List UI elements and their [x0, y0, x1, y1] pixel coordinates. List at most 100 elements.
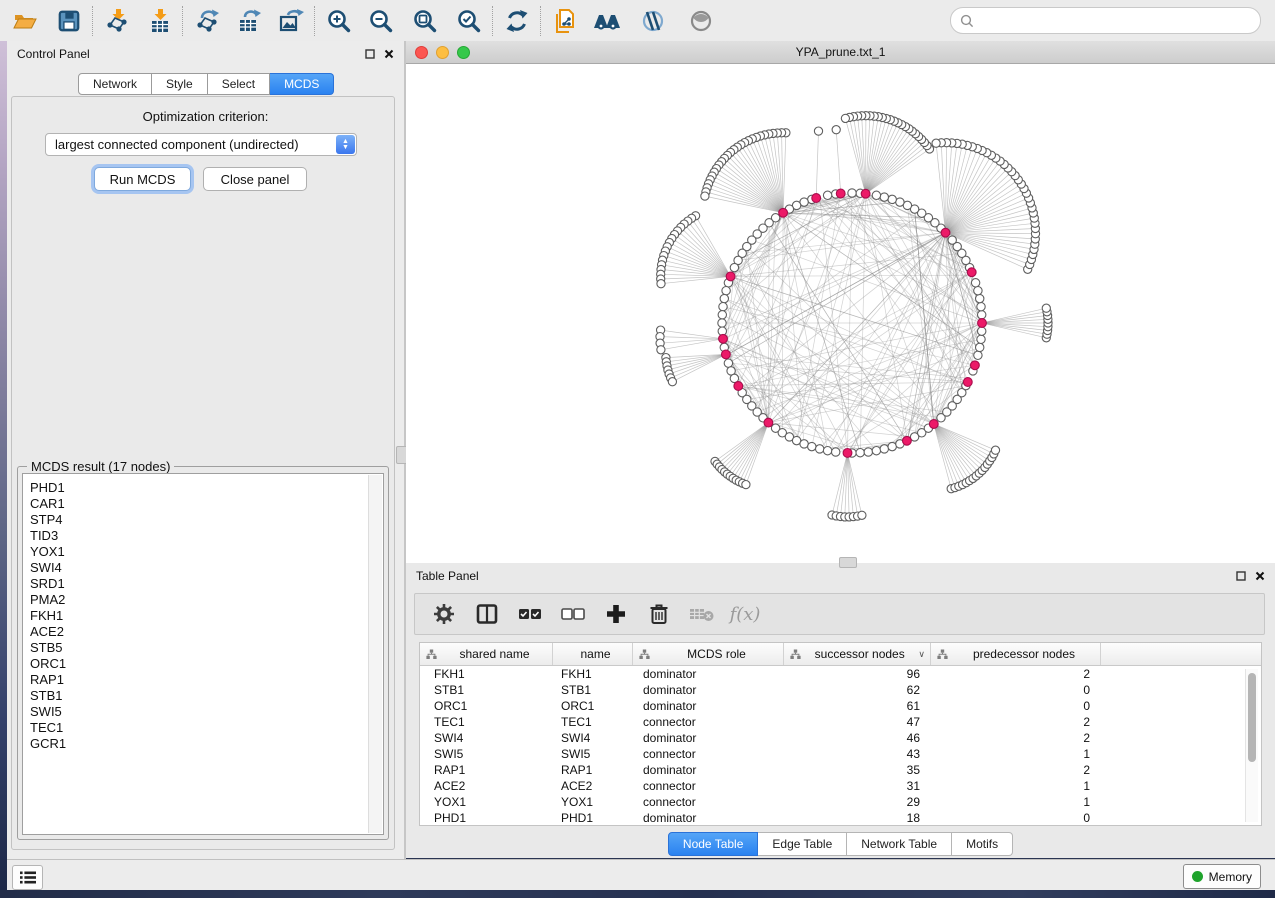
- show-columns-button[interactable]: [474, 601, 500, 627]
- graph-mcds-node[interactable]: [963, 378, 972, 387]
- mcds-result-item[interactable]: SRD1: [23, 576, 383, 592]
- graph-node[interactable]: [974, 287, 982, 295]
- graph-node[interactable]: [856, 449, 864, 457]
- graph-mcds-node[interactable]: [978, 319, 987, 328]
- export-table-button[interactable]: [232, 5, 266, 37]
- graph-node[interactable]: [896, 198, 904, 206]
- zoom-in-button[interactable]: [322, 5, 356, 37]
- column-header-successor-nodes[interactable]: successor nodes∨: [784, 643, 931, 665]
- horizontal-splitter-grip[interactable]: [839, 557, 857, 568]
- graph-node[interactable]: [872, 447, 880, 455]
- graph-leaf-node[interactable]: [832, 126, 840, 134]
- float-panel-icon[interactable]: [365, 49, 375, 59]
- column-header-predecessor-nodes[interactable]: predecessor nodes: [931, 643, 1101, 665]
- vizmapper-button[interactable]: [636, 5, 670, 37]
- close-panel-button[interactable]: Close panel: [203, 167, 307, 191]
- graph-leaf-node[interactable]: [814, 127, 822, 135]
- import-table-button[interactable]: [142, 5, 176, 37]
- search-network-button[interactable]: [590, 5, 624, 37]
- mcds-result-item[interactable]: ORC1: [23, 656, 383, 672]
- deselect-all-button[interactable]: [560, 601, 586, 627]
- mcds-result-item[interactable]: STB1: [23, 688, 383, 704]
- graph-leaf-node[interactable]: [742, 481, 750, 489]
- graph-node[interactable]: [880, 193, 888, 201]
- zoom-fit-button[interactable]: [408, 5, 442, 37]
- table-row[interactable]: STB1STB1dominator620: [420, 682, 1261, 698]
- add-column-button[interactable]: [603, 601, 629, 627]
- select-all-button[interactable]: [517, 601, 543, 627]
- graph-node[interactable]: [976, 294, 984, 302]
- graph-leaf-node[interactable]: [932, 139, 940, 147]
- graph-mcds-node[interactable]: [726, 272, 735, 281]
- graph-leaf-node[interactable]: [991, 446, 999, 454]
- graph-node[interactable]: [848, 189, 856, 197]
- graph-mcds-node[interactable]: [764, 418, 773, 427]
- table-row[interactable]: YOX1YOX1connector291: [420, 794, 1261, 810]
- graph-node[interactable]: [722, 287, 730, 295]
- graph-node[interactable]: [977, 303, 985, 311]
- graph-node[interactable]: [971, 279, 979, 287]
- column-header-MCDS-role[interactable]: MCDS role: [633, 643, 784, 665]
- mcds-result-item[interactable]: STP4: [23, 512, 383, 528]
- close-panel-icon[interactable]: [384, 49, 394, 59]
- table-settings-button[interactable]: [431, 601, 457, 627]
- run-mcds-button[interactable]: Run MCDS: [94, 167, 191, 191]
- table-row[interactable]: ACE2ACE2connector311: [420, 778, 1261, 794]
- graph-node[interactable]: [976, 343, 984, 351]
- mcds-result-item[interactable]: PMA2: [23, 592, 383, 608]
- table-row[interactable]: RAP1RAP1dominator352: [420, 762, 1261, 778]
- graph-mcds-node[interactable]: [903, 436, 912, 445]
- mcds-result-item[interactable]: SWI5: [23, 704, 383, 720]
- graph-node[interactable]: [730, 263, 738, 271]
- table-row[interactable]: TEC1TEC1connector472: [420, 714, 1261, 730]
- graph-node[interactable]: [718, 311, 726, 319]
- graph-leaf-node[interactable]: [668, 378, 676, 386]
- graph-node[interactable]: [978, 327, 986, 335]
- graph-mcds-node[interactable]: [941, 228, 950, 237]
- clone-network-button[interactable]: [548, 5, 582, 37]
- graph-node[interactable]: [808, 442, 816, 450]
- mcds-result-item[interactable]: TEC1: [23, 720, 383, 736]
- mcds-result-list[interactable]: PHD1CAR1STP4TID3YOX1SWI4SRD1PMA2FKH1ACE2…: [22, 473, 384, 835]
- show-hide-button[interactable]: [684, 5, 718, 37]
- mcds-result-item[interactable]: FKH1: [23, 608, 383, 624]
- mcds-result-item[interactable]: PHD1: [23, 480, 383, 496]
- mcds-result-item[interactable]: ACE2: [23, 624, 383, 640]
- tab-node-table[interactable]: Node Table: [668, 832, 759, 856]
- graph-node[interactable]: [880, 445, 888, 453]
- mcds-list-scrollbar[interactable]: [368, 475, 382, 833]
- table-row[interactable]: SWI4SWI4dominator462: [420, 730, 1261, 746]
- tab-style[interactable]: Style: [152, 73, 208, 95]
- table-scrollbar[interactable]: [1245, 669, 1258, 822]
- graph-node[interactable]: [823, 447, 831, 455]
- graph-node[interactable]: [719, 303, 727, 311]
- graph-node[interactable]: [977, 335, 985, 343]
- graph-mcds-node[interactable]: [779, 208, 788, 217]
- mcds-result-item[interactable]: SWI4: [23, 560, 383, 576]
- optimization-criterion-select[interactable]: largest connected component (undirected)…: [45, 133, 357, 156]
- tab-edge-table[interactable]: Edge Table: [758, 832, 847, 856]
- graph-mcds-node[interactable]: [719, 334, 728, 343]
- graph-mcds-node[interactable]: [722, 350, 731, 359]
- graph-mcds-node[interactable]: [734, 382, 743, 391]
- close-panel-icon[interactable]: [1255, 571, 1265, 581]
- graph-mcds-node[interactable]: [812, 194, 821, 203]
- graph-node[interactable]: [718, 319, 726, 327]
- mcds-result-item[interactable]: TID3: [23, 528, 383, 544]
- graph-mcds-node[interactable]: [967, 268, 976, 277]
- column-header-shared-name[interactable]: shared name: [420, 643, 553, 665]
- graph-node[interactable]: [974, 351, 982, 359]
- save-session-button[interactable]: [52, 5, 86, 37]
- memory-button[interactable]: Memory: [1183, 864, 1261, 889]
- mcds-result-item[interactable]: YOX1: [23, 544, 383, 560]
- network-canvas[interactable]: [406, 64, 1275, 563]
- refresh-button[interactable]: [500, 5, 534, 37]
- table-row[interactable]: FKH1FKH1dominator962: [420, 666, 1261, 682]
- network-window-titlebar[interactable]: YPA_prune.txt_1: [406, 41, 1275, 64]
- table-row[interactable]: SWI5SWI5connector431: [420, 746, 1261, 762]
- graph-leaf-node[interactable]: [701, 192, 709, 200]
- open-file-button[interactable]: [8, 5, 42, 37]
- graph-mcds-node[interactable]: [836, 189, 845, 198]
- graph-leaf-node[interactable]: [657, 346, 665, 354]
- graph-leaf-node[interactable]: [841, 114, 849, 122]
